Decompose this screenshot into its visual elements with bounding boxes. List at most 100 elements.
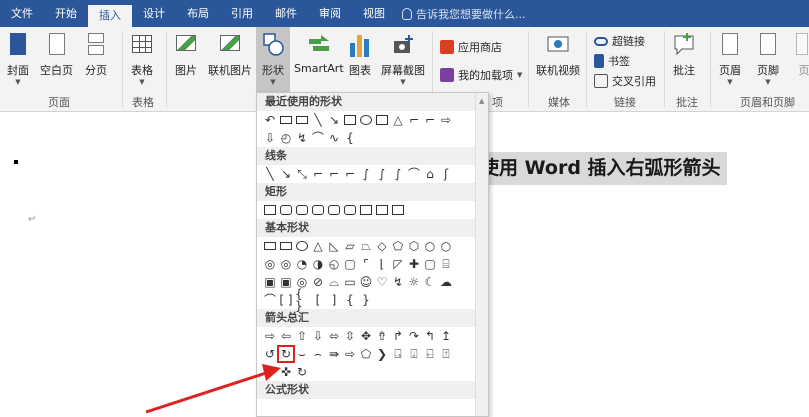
lightning-icon[interactable]: ↯: [391, 275, 405, 289]
text-box-icon[interactable]: [263, 239, 277, 253]
chevron-arrow-icon[interactable]: ❯: [375, 347, 389, 361]
my-addins-button[interactable]: 我的加载项 ▼: [440, 67, 522, 83]
left-up-arrow-icon[interactable]: ↰: [423, 329, 437, 343]
screenshot-button[interactable]: 屏幕截图 ▼: [381, 31, 425, 86]
header-button[interactable]: 页眉 ▼: [718, 31, 742, 86]
line-arrow-icon[interactable]: ↘: [279, 167, 293, 181]
trapezoid-icon[interactable]: ⏢: [359, 239, 373, 253]
chord-icon[interactable]: ◑: [311, 257, 325, 271]
shape-icon[interactable]: [279, 113, 293, 127]
left-arrow-icon[interactable]: ⇦: [279, 329, 293, 343]
right-brace-icon[interactable]: }: [359, 293, 373, 307]
down-arrow-icon[interactable]: ⇩: [311, 329, 325, 343]
snip-rectangle-icon[interactable]: [311, 203, 325, 217]
down-callout-arrow-icon[interactable]: ⍗: [407, 347, 421, 361]
block-arc-icon[interactable]: ⌓: [327, 275, 341, 289]
cross-icon[interactable]: ✚: [407, 257, 421, 271]
tab-mailings[interactable]: 邮件: [264, 0, 308, 27]
tab-design[interactable]: 设计: [132, 0, 176, 27]
shape-icon[interactable]: ↶: [263, 113, 277, 127]
chart-button[interactable]: 图表: [348, 31, 372, 78]
tab-view[interactable]: 视图: [352, 0, 396, 27]
left-right-up-arrow-icon[interactable]: ⇮: [375, 329, 389, 343]
shape-icon[interactable]: ↘: [327, 113, 341, 127]
blank-page-button[interactable]: 空白页: [40, 31, 73, 78]
bent-up-arrow-icon[interactable]: ↥: [439, 329, 453, 343]
left-bracket-icon[interactable]: [: [311, 293, 325, 307]
heart-icon[interactable]: ♡: [375, 275, 389, 289]
up-arrow-icon[interactable]: ⇧: [295, 329, 309, 343]
bent-arrow-icon[interactable]: ↱: [391, 329, 405, 343]
rectangle-icon[interactable]: [263, 203, 277, 217]
line-icon[interactable]: ╲: [263, 167, 277, 181]
curved-arrow-icon[interactable]: ∫: [375, 167, 389, 181]
tab-home[interactable]: 开始: [44, 0, 88, 27]
right-bracket-icon[interactable]: ]: [327, 293, 341, 307]
right-callout-arrow-icon[interactable]: ⍈: [391, 347, 405, 361]
left-callout-arrow-icon[interactable]: ⍇: [423, 347, 437, 361]
document-heading[interactable]: 使用 Word 插入右弧形箭头: [478, 152, 727, 185]
shapes-button[interactable]: 形状 ▼: [256, 27, 290, 93]
quad-arrow-icon[interactable]: ✥: [359, 329, 373, 343]
curved-right-arrow-icon[interactable]: ↺: [263, 347, 277, 361]
page-break-button[interactable]: 分页: [84, 31, 108, 78]
scribble-icon[interactable]: ʃ: [439, 167, 453, 181]
shape-icon[interactable]: [359, 113, 373, 127]
teardrop-icon[interactable]: ◵: [327, 257, 341, 271]
tell-me-box[interactable]: 告诉我您想要做什么...: [402, 6, 526, 22]
curved-down-arrow-icon[interactable]: ⌢: [311, 347, 325, 361]
striped-right-arrow-icon[interactable]: ⇛: [327, 347, 341, 361]
shape-icon[interactable]: △: [391, 113, 405, 127]
pie-icon[interactable]: ◔: [295, 257, 309, 271]
curve-icon[interactable]: ⌒: [407, 167, 421, 181]
can-icon[interactable]: ⌸: [439, 257, 453, 271]
right-triangle-icon[interactable]: ◺: [327, 239, 341, 253]
round-rectangle-icon[interactable]: [327, 203, 341, 217]
elbow-arrow-icon[interactable]: ⌐: [327, 167, 341, 181]
footer-button[interactable]: 页脚 ▼: [756, 31, 780, 86]
right-arrow-icon[interactable]: ⇨: [263, 329, 277, 343]
u-turn-arrow-icon[interactable]: ↷: [407, 329, 421, 343]
parallelogram-icon[interactable]: ▱: [343, 239, 357, 253]
diamond-icon[interactable]: ◇: [375, 239, 389, 253]
bevel-icon[interactable]: ▣: [279, 275, 293, 289]
shape-icon[interactable]: {: [343, 131, 357, 145]
folded-corner-icon[interactable]: ▭: [343, 275, 357, 289]
sun-icon[interactable]: ☼: [407, 275, 421, 289]
shape-icon[interactable]: ⌒: [311, 131, 325, 145]
tab-file[interactable]: 文件: [0, 0, 44, 27]
cloud-icon[interactable]: ☁: [439, 275, 453, 289]
no-symbol-icon[interactable]: ⊘: [311, 275, 325, 289]
shape-icon[interactable]: [375, 113, 389, 127]
tab-insert[interactable]: 插入: [88, 5, 132, 27]
shape-icon[interactable]: [295, 113, 309, 127]
table-button[interactable]: 表格 ▼: [130, 31, 154, 86]
rectangle-icon[interactable]: [391, 203, 405, 217]
octagon-icon[interactable]: ○: [439, 239, 453, 253]
hyperlink-button[interactable]: 超链接: [594, 33, 645, 49]
smiley-icon[interactable]: ☺: [359, 275, 373, 289]
shape-icon[interactable]: [343, 113, 357, 127]
notched-right-arrow-icon[interactable]: ⇨: [343, 347, 357, 361]
elbow-connector-icon[interactable]: ⌐: [311, 167, 325, 181]
pentagon-icon[interactable]: ⬠: [391, 239, 405, 253]
tab-review[interactable]: 审阅: [308, 0, 352, 27]
dodecagon-icon[interactable]: ◎: [279, 257, 293, 271]
quad-callout-arrow-icon[interactable]: ✜: [279, 365, 293, 379]
shape-icon[interactable]: ⇩: [263, 131, 277, 145]
left-right-callout-arrow-icon[interactable]: ⬌: [263, 365, 277, 379]
plaque-icon[interactable]: ▢: [423, 257, 437, 271]
shape-icon[interactable]: ∿: [327, 131, 341, 145]
snip-rectangle-icon[interactable]: [295, 203, 309, 217]
freeform-icon[interactable]: ⌂: [423, 167, 437, 181]
left-brace-icon[interactable]: {: [343, 293, 357, 307]
shape-icon[interactable]: ⌐: [423, 113, 437, 127]
curved-connector-icon[interactable]: ∫: [359, 167, 373, 181]
rectangle-icon[interactable]: [375, 203, 389, 217]
heptagon-icon[interactable]: ○: [423, 239, 437, 253]
line-double-arrow-icon[interactable]: ⤡: [295, 167, 309, 181]
up-callout-arrow-icon[interactable]: ⍐: [439, 347, 453, 361]
comment-button[interactable]: 批注: [672, 31, 696, 78]
online-picture-button[interactable]: 联机图片: [208, 31, 252, 78]
tab-layout[interactable]: 布局: [176, 0, 220, 27]
